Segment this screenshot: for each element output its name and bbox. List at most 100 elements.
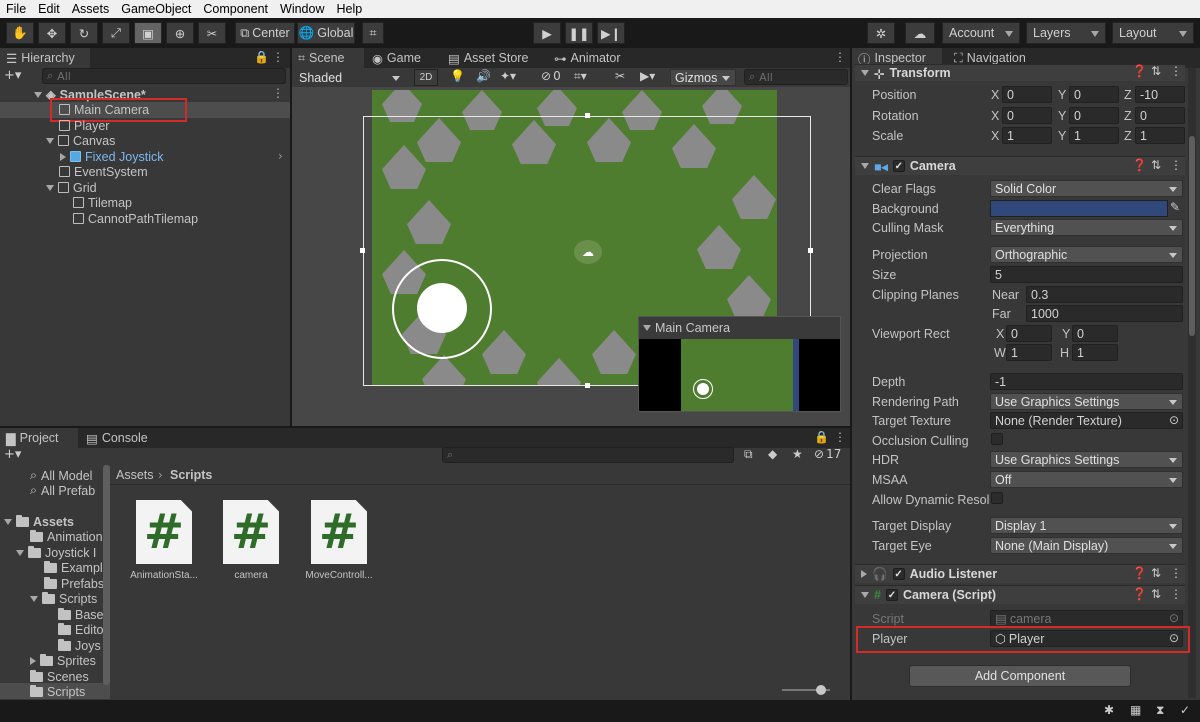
debug-icon[interactable]: ✱ (1104, 703, 1114, 717)
gizmos-dropdown[interactable]: Gizmos (670, 69, 736, 86)
joystick-handle[interactable] (417, 283, 467, 333)
tree-item-prefabs[interactable]: Prefabs (44, 576, 104, 591)
grid-toggle-icon[interactable]: ⌗▾ (574, 69, 587, 84)
pause-button[interactable]: ❚❚ (565, 22, 593, 44)
tab-game[interactable]: ◉ Game (366, 48, 427, 68)
transform-tool-icon[interactable]: ⊕ (166, 22, 194, 44)
preset-icon[interactable]: ⇅ (1151, 158, 1161, 172)
scale-tool-icon[interactable]: ⤢ (102, 22, 130, 44)
preset-icon[interactable]: ⇅ (1151, 587, 1161, 601)
scale-y-field[interactable]: 1 (1069, 127, 1119, 144)
camera-icon[interactable]: ▶▾ (640, 69, 655, 83)
favorite-star-icon[interactable]: ★ (792, 447, 803, 461)
shading-mode-dropdown[interactable]: Shaded (294, 69, 406, 86)
far-field[interactable]: 1000 (1026, 305, 1183, 322)
pivot-center-button[interactable]: ⧉ Center (235, 22, 295, 44)
player-sprite[interactable]: ☁ (574, 240, 602, 264)
scene-search-input[interactable]: ⌕ All (744, 69, 848, 85)
tab-asset-store[interactable]: ▤ Asset Store (442, 48, 534, 68)
hand-tool-icon[interactable]: ✋ (6, 22, 34, 44)
step-button[interactable]: ▶❙ (597, 22, 625, 44)
tree-item-assets[interactable]: Assets (4, 514, 74, 529)
add-component-button[interactable]: Add Component (909, 665, 1131, 687)
add-plus-icon[interactable]: +▾ (4, 447, 21, 462)
more-menu-icon[interactable]: ⋮ (834, 50, 846, 64)
check-icon[interactable]: ✓ (1180, 703, 1190, 717)
hierarchy-item-cannotpathtilemap[interactable]: CannotPathTilemap (73, 211, 198, 226)
size-field[interactable]: 5 (990, 266, 1183, 283)
more-menu-icon[interactable]: ⋮ (1170, 64, 1182, 78)
position-y-field[interactable]: 0 (1069, 86, 1119, 103)
target-display-dropdown[interactable]: Display 1 (990, 517, 1183, 534)
hidden-packages-icon[interactable]: ⊘ 17 (814, 447, 841, 461)
project-search-input[interactable]: ⌕ (442, 447, 734, 463)
tree-item-joysticks[interactable]: Joys (58, 638, 101, 653)
camera-script-checkbox[interactable]: ✓ (885, 589, 898, 601)
audio-listener-checkbox[interactable]: ✓ (892, 568, 905, 580)
viewport-y-field[interactable]: 0 (1072, 325, 1118, 342)
asset-animationstate[interactable]: # AnimationSta... (124, 500, 204, 581)
rotate-tool-icon[interactable]: ↻ (70, 22, 98, 44)
preset-icon[interactable]: ⇅ (1151, 566, 1161, 580)
hidden-objects-icon[interactable]: ⊘ 0 (541, 69, 561, 83)
icon-size-slider-thumb[interactable] (816, 685, 826, 695)
background-color-swatch[interactable] (990, 200, 1168, 217)
asset-movecontroller[interactable]: # MoveControll... (299, 500, 379, 581)
asset-camera[interactable]: # camera (211, 500, 291, 581)
clear-flags-dropdown[interactable]: Solid Color (990, 180, 1183, 197)
label-icon[interactable]: ◆ (768, 447, 777, 461)
msaa-dropdown[interactable]: Off (990, 471, 1183, 488)
more-menu-icon[interactable]: ⋮ (272, 50, 284, 64)
occlusion-culling-checkbox[interactable] (991, 433, 1003, 445)
hierarchy-item-canvas[interactable]: Canvas (46, 133, 115, 148)
help-icon[interactable]: ❓ (1132, 158, 1147, 172)
tree-scrollbar[interactable] (103, 465, 110, 685)
object-picker-icon[interactable]: ⊙ (1169, 413, 1179, 427)
more-menu-icon[interactable]: ⋮ (1170, 587, 1182, 601)
tree-item-joystick-scripts[interactable]: Scripts (30, 591, 97, 606)
preset-icon[interactable]: ⇅ (1151, 64, 1161, 78)
rect-tool-icon[interactable]: ▣ (134, 22, 162, 44)
inspector-scrollbar[interactable] (1189, 136, 1195, 336)
move-tool-icon[interactable]: ✥ (38, 22, 66, 44)
menu-help[interactable]: Help (330, 2, 368, 16)
camera-enabled-checkbox[interactable]: ✓ (892, 160, 905, 172)
tree-item-scripts[interactable]: Scripts (30, 684, 85, 699)
layers-dropdown[interactable]: Layers (1026, 22, 1106, 44)
hierarchy-item-tilemap[interactable]: Tilemap (73, 195, 132, 210)
more-menu-icon[interactable]: ⋮ (1170, 158, 1182, 172)
target-texture-field[interactable]: None (Render Texture) (990, 412, 1183, 429)
dynamic-resolution-checkbox[interactable] (991, 492, 1003, 504)
tab-scene[interactable]: ⌗ Scene (292, 48, 364, 68)
more-menu-icon[interactable]: ⋮ (834, 430, 846, 444)
tab-hierarchy[interactable]: ☰ Hierarchy (0, 48, 90, 68)
menu-window[interactable]: Window (274, 2, 330, 16)
help-icon[interactable]: ❓ (1132, 587, 1147, 601)
tab-project[interactable]: ▇ Project (0, 428, 78, 448)
favorite-all-prefabs[interactable]: ⌕ All Prefab (30, 483, 95, 498)
hierarchy-search-input[interactable]: ⌕ All (42, 68, 286, 84)
resize-handle[interactable] (585, 383, 590, 388)
resize-handle[interactable] (808, 248, 813, 253)
resize-handle[interactable] (585, 113, 590, 118)
add-plus-icon[interactable]: +▾ (4, 68, 21, 83)
menu-gameobject[interactable]: GameObject (115, 2, 197, 16)
more-menu-icon[interactable]: ⋮ (1170, 566, 1182, 580)
layout-dropdown[interactable]: Layout (1112, 22, 1194, 44)
help-icon[interactable]: ❓ (1132, 566, 1147, 580)
progress-icon[interactable]: ⧗ (1156, 703, 1164, 718)
menu-component[interactable]: Component (197, 2, 274, 16)
scene-more-icon[interactable]: ⋮ (272, 86, 284, 100)
rotation-x-field[interactable]: 0 (1002, 107, 1052, 124)
scale-z-field[interactable]: 1 (1135, 127, 1185, 144)
cloud-icon[interactable]: ☁ (905, 22, 935, 44)
scale-x-field[interactable]: 1 (1002, 127, 1052, 144)
hierarchy-item-player[interactable]: Player (59, 118, 109, 133)
eyedropper-icon[interactable]: ✎ (1170, 200, 1180, 214)
tree-item-base[interactable]: Base (58, 607, 104, 622)
rendering-path-dropdown[interactable]: Use Graphics Settings (990, 393, 1183, 410)
target-eye-dropdown[interactable]: None (Main Display) (990, 537, 1183, 554)
tab-console[interactable]: ▤ Console (80, 428, 154, 448)
hdr-dropdown[interactable]: Use Graphics Settings (990, 451, 1183, 468)
rotation-y-field[interactable]: 0 (1069, 107, 1119, 124)
